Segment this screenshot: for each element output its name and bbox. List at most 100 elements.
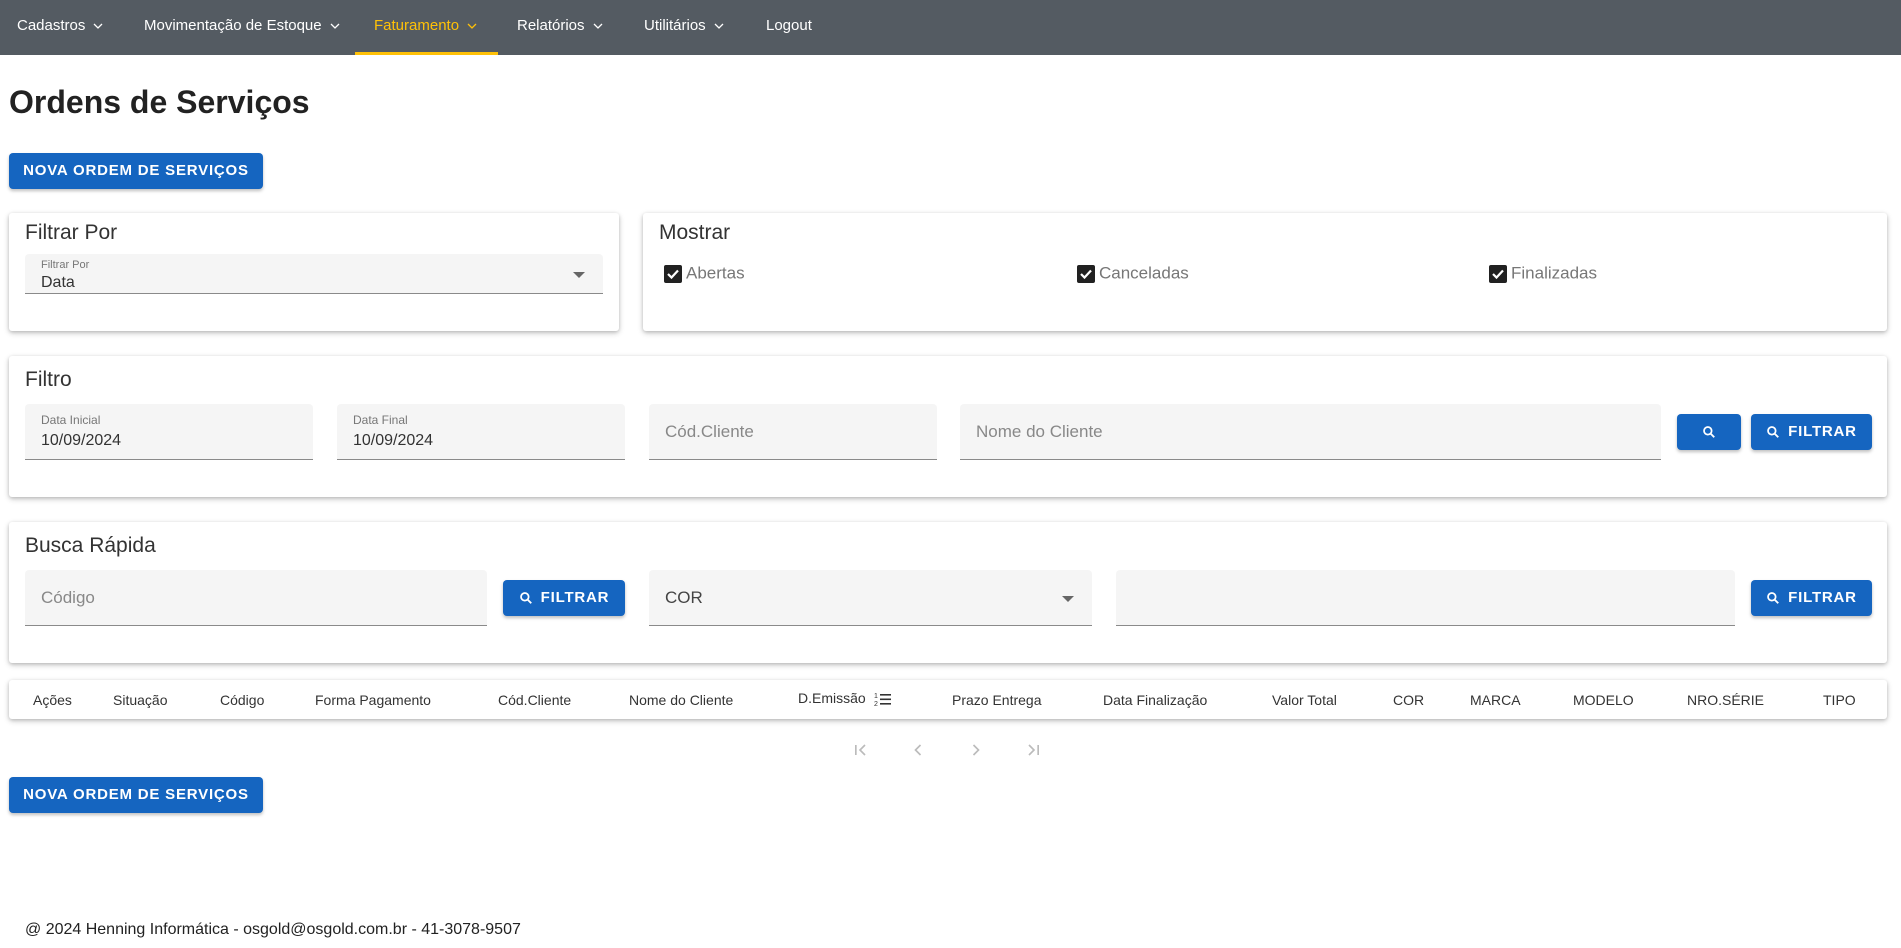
search-button[interactable] bbox=[1677, 414, 1741, 450]
nav-item-label: Cadastros bbox=[17, 17, 86, 34]
search-icon bbox=[1767, 592, 1780, 604]
dropdown-caret-icon bbox=[1062, 595, 1074, 602]
select-value: COR bbox=[665, 587, 703, 607]
chevron-down-icon bbox=[330, 23, 340, 29]
card-title: Filtrar Por bbox=[25, 221, 118, 244]
end-date-field[interactable]: Data Final 10/09/2024 bbox=[337, 404, 625, 460]
table-header: Ações Situação Código Forma Pagamento Có… bbox=[9, 680, 1887, 719]
checkbox-canceladas[interactable]: Canceladas bbox=[1077, 263, 1189, 284]
checkbox-label: Canceladas bbox=[1099, 263, 1189, 283]
checkbox-label: Finalizadas bbox=[1511, 263, 1597, 283]
column-header-nome-cliente[interactable]: Nome do Cliente bbox=[629, 692, 733, 708]
field-value: 10/09/2024 bbox=[41, 432, 122, 449]
nav-item-movimentacao-estoque[interactable]: Movimentação de Estoque bbox=[144, 0, 340, 55]
field-value: Data bbox=[41, 274, 75, 291]
card-title: Busca Rápida bbox=[25, 534, 156, 557]
column-header-cor[interactable]: COR bbox=[1393, 692, 1424, 708]
placeholder: Nome do Cliente bbox=[976, 421, 1103, 441]
column-header-marca[interactable]: MARCA bbox=[1470, 692, 1521, 708]
column-header-prazo-entrega[interactable]: Prazo Entrega bbox=[952, 692, 1042, 708]
column-header-forma-pagamento[interactable]: Forma Pagamento bbox=[315, 692, 431, 708]
column-header-modelo[interactable]: MODELO bbox=[1573, 692, 1634, 708]
page-title: Ordens de Serviços bbox=[9, 84, 310, 120]
next-page-button[interactable] bbox=[966, 740, 990, 760]
filter-by-select[interactable]: Filtrar Por Data bbox=[25, 254, 603, 294]
placeholder: Cód.Cliente bbox=[665, 421, 754, 441]
last-page-icon bbox=[1028, 744, 1039, 756]
search-icon bbox=[1703, 426, 1715, 438]
client-code-input[interactable]: Cód.Cliente bbox=[649, 404, 937, 460]
nav-item-label: Movimentação de Estoque bbox=[144, 17, 322, 34]
nav-item-label: Relatórios bbox=[517, 17, 585, 34]
column-header-data-finalizacao[interactable]: Data Finalização bbox=[1103, 692, 1207, 708]
checkbox-abertas[interactable]: Abertas bbox=[664, 263, 745, 284]
column-header-tipo[interactable]: TIPO bbox=[1823, 692, 1856, 708]
active-tab-indicator bbox=[355, 52, 498, 55]
nav-item-relatorios[interactable]: Relatórios bbox=[517, 0, 603, 55]
search-icon bbox=[519, 592, 532, 604]
svg-text:1: 1 bbox=[874, 693, 878, 700]
column-header-d-emissao[interactable]: D.Emissão 1 2 bbox=[798, 690, 892, 708]
svg-text:2: 2 bbox=[874, 701, 878, 707]
nav-item-faturamento[interactable]: Faturamento bbox=[374, 0, 477, 55]
chevron-right-icon bbox=[972, 744, 980, 756]
dropdown-caret-icon bbox=[573, 271, 585, 278]
nav-item-label: Faturamento bbox=[374, 17, 460, 34]
previous-page-button[interactable] bbox=[908, 740, 932, 760]
checkbox-checked-icon bbox=[664, 264, 682, 283]
quick-filter-button[interactable]: FILTRAR bbox=[503, 580, 625, 616]
show-card: Mostrar Abertas Canceladas Finalizadas bbox=[643, 213, 1887, 331]
nav-item-label: Logout bbox=[766, 17, 812, 34]
nav-item-cadastros[interactable]: Cadastros bbox=[17, 0, 103, 55]
chevron-down-icon bbox=[593, 23, 602, 29]
filter-card: Filtro Data Inicial 10/09/2024 Data Fina… bbox=[9, 356, 1887, 497]
column-header-cod-cliente[interactable]: Cód.Cliente bbox=[498, 692, 571, 708]
top-nav-bar: Cadastros Movimentação de Estoque Fatura… bbox=[0, 0, 1901, 55]
button-label: FILTRAR bbox=[540, 589, 610, 607]
sort-list-icon: 1 2 bbox=[874, 693, 891, 708]
last-page-button[interactable] bbox=[1024, 740, 1048, 760]
checkbox-finalizadas[interactable]: Finalizadas bbox=[1489, 263, 1597, 284]
checkbox-label: Abertas bbox=[686, 263, 745, 283]
card-title: Filtro bbox=[25, 368, 72, 391]
column-header-nro-serie[interactable]: NRO.SÉRIE bbox=[1687, 692, 1764, 708]
code-input[interactable]: Código bbox=[25, 570, 487, 626]
button-label: NOVA ORDEM DE SERVIÇOS bbox=[23, 162, 249, 180]
checkbox-checked-icon bbox=[1489, 264, 1507, 283]
chevron-down-icon bbox=[714, 23, 724, 29]
field-label: Data Inicial bbox=[41, 413, 101, 427]
start-date-field[interactable]: Data Inicial 10/09/2024 bbox=[25, 404, 313, 460]
nav-item-logout[interactable]: Logout bbox=[766, 0, 812, 55]
new-service-order-button[interactable]: NOVA ORDEM DE SERVIÇOS bbox=[9, 153, 263, 189]
search-icon bbox=[1767, 426, 1780, 438]
column-header-label: D.Emissão bbox=[798, 690, 866, 706]
column-header-codigo[interactable]: Código bbox=[220, 692, 264, 708]
placeholder: Código bbox=[41, 587, 95, 607]
quick-filter-button-2[interactable]: FILTRAR bbox=[1751, 580, 1872, 616]
checkbox-checked-icon bbox=[1077, 264, 1095, 283]
field-label: Filtrar Por bbox=[41, 259, 90, 271]
search-value-input[interactable] bbox=[1116, 570, 1735, 626]
first-page-button[interactable] bbox=[850, 740, 874, 760]
column-header-valor-total[interactable]: Valor Total bbox=[1272, 692, 1337, 708]
chevron-left-icon bbox=[914, 744, 922, 756]
nav-item-utilitarios[interactable]: Utilitários bbox=[644, 0, 724, 55]
filter-by-card: Filtrar Por Filtrar Por Data bbox=[9, 213, 619, 331]
client-name-input[interactable]: Nome do Cliente bbox=[960, 404, 1661, 460]
column-header-situacao[interactable]: Situação bbox=[113, 692, 167, 708]
first-page-icon bbox=[855, 744, 866, 756]
chevron-down-icon bbox=[93, 23, 103, 29]
button-label: FILTRAR bbox=[1788, 589, 1857, 607]
filter-button[interactable]: FILTRAR bbox=[1751, 414, 1872, 450]
new-service-order-button-bottom[interactable]: NOVA ORDEM DE SERVIÇOS bbox=[9, 777, 263, 813]
column-header-acoes[interactable]: Ações bbox=[33, 692, 72, 708]
card-title: Mostrar bbox=[659, 221, 731, 244]
footer-text: @ 2024 Henning Informática - osgold@osgo… bbox=[25, 921, 521, 938]
nav-item-label: Utilitários bbox=[644, 17, 706, 34]
chevron-down-icon bbox=[467, 23, 477, 29]
field-value: 10/09/2024 bbox=[353, 432, 434, 449]
button-label: FILTRAR bbox=[1788, 423, 1857, 441]
quick-search-card: Busca Rápida Código FILTRAR COR FILTRAR bbox=[9, 522, 1887, 663]
search-field-select[interactable]: COR bbox=[649, 570, 1092, 626]
field-label: Data Final bbox=[353, 413, 408, 427]
